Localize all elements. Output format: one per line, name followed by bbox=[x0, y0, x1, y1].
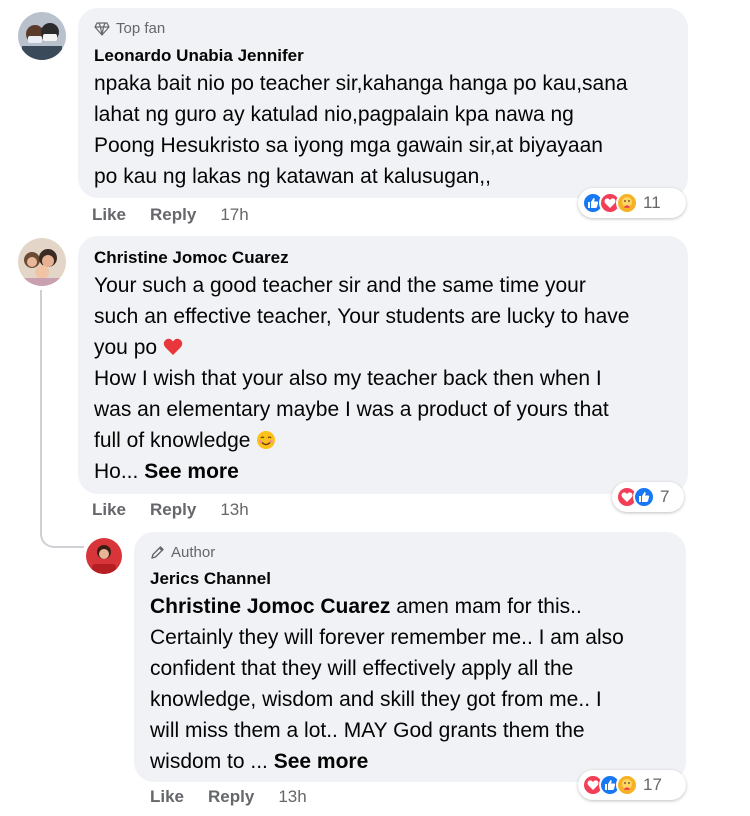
comment-text-line: lahat ng guro ay katulad nio,pagpalain k… bbox=[94, 103, 574, 126]
reply-button[interactable]: Reply bbox=[150, 205, 196, 225]
comment-text-line: po kau ng lakas ng katawan at kalusugan,… bbox=[94, 165, 491, 188]
comment-text-line: Certainly they will forever remember me.… bbox=[150, 626, 624, 649]
red-heart-emoji-icon bbox=[163, 338, 183, 355]
comment-text-fragment: you po bbox=[94, 336, 158, 359]
timestamp[interactable]: 13h bbox=[278, 787, 306, 807]
reaction-count: 17 bbox=[643, 775, 662, 794]
reaction-count: 7 bbox=[660, 487, 670, 506]
comment-text: npaka bait nio po teacher sir,kahanga ha… bbox=[94, 68, 628, 192]
comment-text: Your such a good teacher sir and the sam… bbox=[94, 270, 629, 487]
reaction-count: 11 bbox=[643, 193, 661, 212]
like-button[interactable]: Like bbox=[150, 787, 184, 807]
comment-text-line: Poong Hesukristo sa iyong mga gawain sir… bbox=[94, 134, 603, 157]
care-reaction-icon bbox=[616, 774, 638, 796]
see-more-link[interactable]: See more bbox=[144, 460, 239, 483]
comment-text-line: full of knowledge bbox=[94, 425, 629, 456]
reply-button[interactable]: Reply bbox=[208, 787, 254, 807]
top-fan-badge: Top fan bbox=[94, 20, 165, 37]
like-button[interactable]: Like bbox=[92, 500, 126, 520]
timestamp[interactable]: 17h bbox=[220, 205, 248, 225]
reactions-summary[interactable]: 11 bbox=[578, 188, 686, 218]
comment-author[interactable]: Leonardo Unabia Jennifer bbox=[94, 46, 304, 66]
comment-text-line: will miss them a lot.. MAY God grants th… bbox=[150, 719, 585, 742]
comment-text-line: wisdom to ... See more bbox=[150, 746, 624, 777]
comment-text-line: How I wish that your also my teacher bac… bbox=[94, 367, 602, 390]
reactions-summary[interactable]: 17 bbox=[578, 770, 686, 800]
comment-text-line: knowledge, wisdom and skill they got fro… bbox=[150, 688, 602, 711]
like-button[interactable]: Like bbox=[92, 205, 126, 225]
comment-author[interactable]: Jerics Channel bbox=[150, 569, 271, 589]
comment-text-line: such an effective teacher, Your students… bbox=[94, 305, 630, 328]
avatar[interactable] bbox=[18, 12, 66, 60]
pencil-icon bbox=[151, 546, 164, 559]
avatar[interactable] bbox=[86, 538, 122, 574]
thread-curve bbox=[40, 500, 84, 548]
badge-label: Author bbox=[171, 544, 216, 561]
comment-text-fragment: Ho... bbox=[94, 460, 139, 483]
reply-button[interactable]: Reply bbox=[150, 500, 196, 520]
smiling-face-emoji-icon bbox=[257, 431, 276, 449]
comment-text-line: npaka bait nio po teacher sir,kahanga ha… bbox=[94, 72, 628, 95]
comment-text-line: was an elementary maybe I was a product … bbox=[94, 398, 609, 421]
comment-actions: Like Reply 17h bbox=[92, 205, 249, 225]
comment-text-fragment: amen mam for this.. bbox=[390, 595, 582, 618]
avatar[interactable] bbox=[18, 238, 66, 286]
comment-text-line: Christine Jomoc Cuarez amen mam for this… bbox=[150, 591, 624, 622]
comment-text-fragment: full of knowledge bbox=[94, 429, 251, 452]
comment-text-line: Your such a good teacher sir and the sam… bbox=[94, 274, 586, 297]
comment-actions: Like Reply 13h bbox=[92, 500, 249, 520]
badge-label: Top fan bbox=[116, 20, 166, 37]
comment-text: Christine Jomoc Cuarez amen mam for this… bbox=[150, 591, 624, 777]
comment-text-line: you po bbox=[94, 332, 629, 363]
care-reaction-icon bbox=[616, 192, 638, 214]
timestamp[interactable]: 13h bbox=[220, 500, 248, 520]
comment-text-line: Ho... See more bbox=[94, 456, 629, 487]
mention-link[interactable]: Christine Jomoc Cuarez bbox=[150, 595, 390, 618]
like-reaction-icon bbox=[633, 486, 655, 508]
diamond-icon bbox=[94, 21, 110, 36]
reactions-summary[interactable]: 7 bbox=[612, 482, 684, 512]
see-more-link[interactable]: See more bbox=[274, 750, 369, 773]
comment-text-line: confident that they will effectively app… bbox=[150, 657, 574, 680]
comment-actions: Like Reply 13h bbox=[150, 787, 307, 807]
comment-author[interactable]: Christine Jomoc Cuarez bbox=[94, 248, 289, 268]
comment-text-fragment: wisdom to ... bbox=[150, 750, 268, 773]
author-badge: Author bbox=[150, 544, 215, 561]
thread-line bbox=[40, 290, 42, 520]
